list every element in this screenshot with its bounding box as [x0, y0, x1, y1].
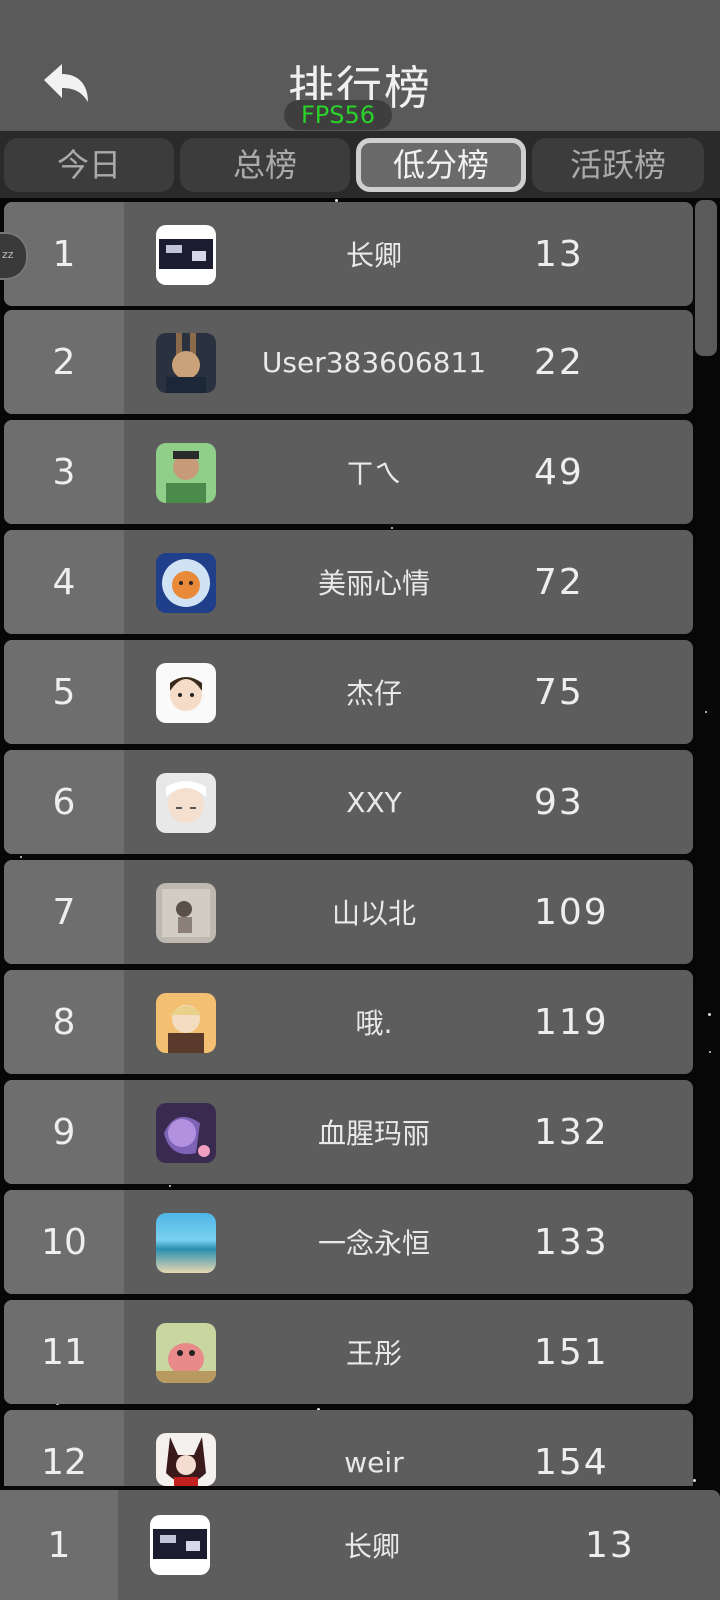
leaderboard-row[interactable]: 3 ㄒㄟ 49 — [4, 420, 693, 524]
star-dot — [20, 856, 22, 858]
avatar — [156, 883, 216, 943]
player-name: XXY — [346, 785, 402, 819]
player-score: 151 — [534, 1331, 609, 1373]
leaderboard-row[interactable]: 7 山以北 109 — [4, 860, 693, 964]
tab-bar: 今日 总榜 低分榜 活跃榜 — [0, 131, 720, 198]
avatar — [156, 663, 216, 723]
avatar — [156, 1433, 216, 1486]
my-avatar — [150, 1515, 210, 1575]
player-score: 72 — [534, 561, 584, 603]
rank-number: 5 — [52, 671, 76, 713]
avatar — [156, 1323, 216, 1383]
tab-overall[interactable]: 总榜 — [180, 138, 350, 192]
star-dot — [693, 1479, 696, 1482]
star-dot — [705, 711, 707, 713]
my-rank-panel: 1 长卿 13 — [0, 1490, 720, 1600]
side-badge-label: zz — [2, 248, 14, 261]
rank-number: 3 — [52, 451, 76, 493]
my-rank-number: 1 — [47, 1524, 71, 1566]
leaderboard-row[interactable]: 8 哦. 119 — [4, 970, 693, 1074]
leaderboard-row[interactable]: 10 一念永恒 133 — [4, 1190, 693, 1294]
star-dot — [391, 527, 393, 529]
leaderboard-row[interactable]: 2 User383606811 22 — [4, 310, 693, 414]
tab-active[interactable]: 活跃榜 — [532, 138, 704, 192]
player-score: 49 — [534, 451, 584, 493]
player-name: 血腥玛丽 — [317, 1117, 430, 1150]
player-name: 长卿 — [345, 239, 402, 272]
player-score: 154 — [534, 1441, 609, 1483]
player-score: 75 — [534, 671, 584, 713]
player-name: 一念永恒 — [317, 1227, 430, 1260]
my-player-score: 13 — [585, 1524, 635, 1566]
player-score: 133 — [534, 1221, 609, 1263]
rank-number: 11 — [41, 1331, 87, 1373]
avatar — [156, 443, 216, 503]
leaderboard-row[interactable]: 11 王彤 151 — [4, 1300, 693, 1404]
leaderboard-row[interactable]: 4 美丽心情 72 — [4, 530, 693, 634]
avatar — [156, 1213, 216, 1273]
avatar — [156, 333, 216, 393]
avatar — [156, 1103, 216, 1163]
player-name: ㄒㄟ — [345, 457, 402, 490]
my-player-name: 长卿 — [343, 1530, 400, 1563]
tab-today[interactable]: 今日 — [4, 138, 174, 192]
avatar — [156, 773, 216, 833]
leaderboard-row[interactable]: 9 血腥玛丽 132 — [4, 1080, 693, 1184]
rank-number: 7 — [52, 891, 76, 933]
player-score: 109 — [534, 891, 609, 933]
player-name: weir — [344, 1445, 404, 1479]
leaderboard-row[interactable]: 12 weir 154 — [4, 1410, 693, 1486]
avatar — [156, 553, 216, 613]
player-name: 哦. — [355, 1007, 393, 1040]
avatar — [156, 225, 216, 285]
rank-number: 9 — [52, 1111, 76, 1153]
avatar — [156, 993, 216, 1053]
rank-number: 6 — [52, 781, 76, 823]
rank-number: 4 — [52, 561, 76, 603]
rank-number: 12 — [41, 1441, 87, 1483]
star-dot — [709, 1051, 711, 1053]
rank-number: 2 — [52, 341, 76, 383]
leaderboard-row[interactable]: 1 长卿 13 — [4, 202, 693, 306]
star-dot — [169, 1185, 171, 1187]
player-name: 山以北 — [331, 897, 416, 930]
header-bar: 排行榜 FPS56 — [0, 0, 720, 131]
fps-counter: FPS56 — [284, 100, 392, 130]
player-score: 13 — [534, 233, 584, 275]
tab-low-score[interactable]: 低分榜 — [356, 138, 526, 192]
player-name: 王彤 — [345, 1337, 402, 1370]
player-name: 杰仔 — [345, 677, 402, 710]
player-score: 132 — [534, 1111, 609, 1153]
rank-number: 8 — [52, 1001, 76, 1043]
leaderboard-row[interactable]: 6 XXY 93 — [4, 750, 693, 854]
star-dot — [708, 1013, 711, 1016]
player-name: User383606811 — [261, 345, 487, 379]
player-score: 22 — [534, 341, 584, 383]
player-name: 美丽心情 — [317, 567, 430, 600]
player-score: 119 — [534, 1001, 609, 1043]
player-score: 93 — [534, 781, 584, 823]
leaderboard-row[interactable]: 5 杰仔 75 — [4, 640, 693, 744]
list-scrollbar[interactable] — [695, 200, 717, 356]
rank-number: 10 — [41, 1221, 87, 1263]
